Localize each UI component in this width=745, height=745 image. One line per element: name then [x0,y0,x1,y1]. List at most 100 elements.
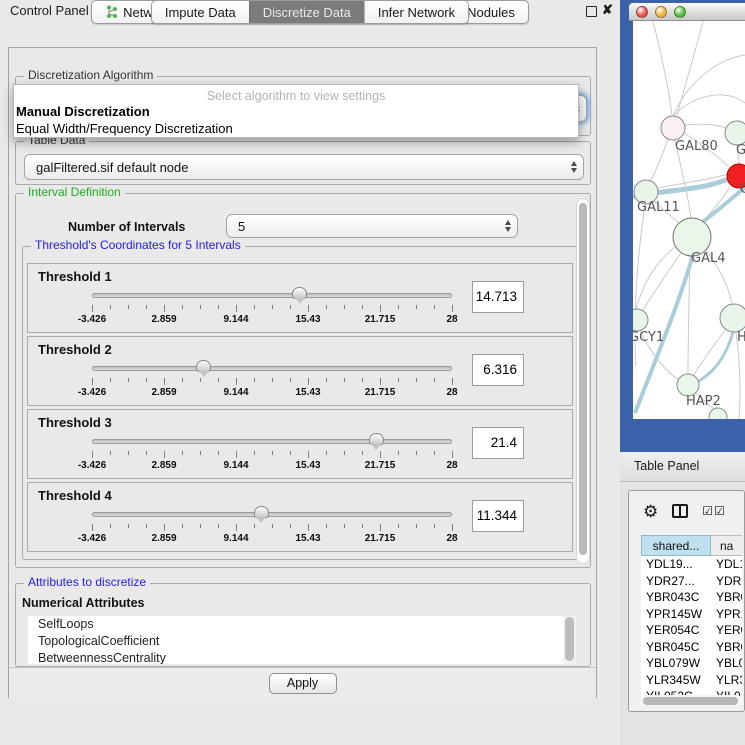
threshold-value-field[interactable]: 6.316 [472,354,524,386]
attributes-scrollbar[interactable] [563,616,576,664]
table-row[interactable]: YDL19...YDL1 [641,556,742,573]
tab-discretize-data[interactable]: Discretize Data [249,1,364,23]
slider-tick [200,378,201,382]
table-data-combobox[interactable]: galFiltered.sif default node [24,154,584,180]
bottom-tab-bar: Impute DataDiscretize DataInfer Network [0,0,620,24]
network-node[interactable] [709,408,727,419]
slider-tick [380,378,381,385]
slider-thumb[interactable] [292,287,307,299]
slider-tick [218,305,219,309]
slider-track[interactable] [92,293,452,298]
tick-label: 15.43 [295,460,320,471]
slider-tick [164,524,165,531]
network-edge[interactable] [677,21,703,116]
network-edge[interactable] [673,95,745,116]
number-of-intervals-label: Number of Intervals [68,220,185,234]
network-edge[interactable] [650,138,668,182]
attribute-item[interactable]: BetweennessCentrality [28,650,576,664]
tick-label: -3.426 [78,387,106,398]
table-row[interactable]: YBR045CYBR0 [641,639,742,656]
tick-label: 9.144 [223,314,248,325]
slider-track[interactable] [92,366,452,371]
slider-tick [434,305,435,309]
threshold-value-field[interactable]: 21.4 [472,427,524,459]
split-view-icon[interactable] [672,504,688,518]
network-node[interactable] [661,116,685,140]
slider-thumb[interactable] [254,506,269,518]
tab-infer-network[interactable]: Infer Network [364,1,468,23]
slider-thumb[interactable] [196,360,211,372]
attribute-item[interactable]: TopologicalCoefficient [28,633,576,650]
algorithm-option[interactable]: Manual Discretization [14,103,578,120]
threshold-label: Threshold 2 [38,342,112,357]
interval-vertical-scrollbar[interactable] [576,198,590,564]
table-row[interactable]: YBR043CYBR0 [641,589,742,606]
scrollbar-thumb[interactable] [579,203,587,555]
minimize-light[interactable] [655,6,667,18]
table-row[interactable]: YLR345WYLR3 [641,672,742,689]
table-cell: YLR345W [641,672,711,689]
network-window-titlebar[interactable] [629,3,745,21]
slider-tick [398,524,399,528]
table-row[interactable]: YBL079WYBL0 [641,655,742,672]
scrollbar-thumb[interactable] [565,617,574,661]
column-header[interactable]: na [711,535,742,556]
slider-tick [236,305,237,312]
network-edge[interactable] [694,329,726,375]
network-edge[interactable] [685,124,726,128]
slider-tick [326,305,327,309]
slider-tick [290,524,291,528]
table-horizontal-scrollbar[interactable] [641,695,742,706]
gear-icon[interactable]: ⚙ [643,503,658,520]
slider-tick [290,305,291,309]
threshold-box: Threshold 2-3.4262.8599.14415.4321.71528… [27,336,573,406]
number-of-intervals-spinner[interactable]: 5 [226,214,518,238]
algorithm-option[interactable]: Equal Width/Frequency Discretization [14,120,578,137]
slider-tick [326,524,327,528]
table-row[interactable]: YER054CYER0 [641,622,742,639]
column-header[interactable]: shared... [641,535,711,556]
network-edge[interactable] [736,332,740,419]
slider-tick [290,451,291,455]
algorithm-dropdown-popup: Select algorithm to view settings Manual… [13,84,579,138]
table-cell: YBL0 [711,655,742,672]
tab-impute-data[interactable]: Impute Data [152,1,249,23]
network-graph[interactable]: GAL80GALCGAL11GAL4GCY1HHAP2 [633,21,745,419]
network-view-canvas[interactable]: GAL80GALCGAL11GAL4GCY1HHAP2 [633,21,745,419]
network-node[interactable] [725,121,745,145]
table-row[interactable]: YPR145WYPR1 [641,606,742,623]
scrollbar-thumb[interactable] [643,697,738,705]
slider-tick [110,378,111,382]
checkbox-pair-icon: ☑☑ [702,505,726,517]
attributes-group: Attributes to discretize Numerical Attri… [15,583,591,667]
network-node[interactable] [633,309,648,331]
table-row[interactable]: YDR27...YDR2 [641,573,742,590]
network-edge[interactable] [653,21,672,115]
slider-track[interactable] [92,512,452,517]
network-edge[interactable] [693,332,733,384]
interval-definition-group: Interval Definition Number of Intervals … [15,193,591,568]
slider-thumb[interactable] [369,433,384,445]
attribute-item[interactable]: SelfLoops [28,616,576,633]
network-edge[interactable] [636,247,675,309]
checkbox-pair-icon[interactable]: ☑☑ [702,505,726,517]
threshold-value-field[interactable]: 11.344 [472,500,524,532]
slider-tick [272,305,273,309]
network-node[interactable] [677,374,699,396]
threshold-value-field[interactable]: 14.713 [472,281,524,313]
combo-stepper-icon [565,161,583,173]
close-light[interactable] [636,6,648,18]
slider-tick [452,305,453,312]
numerical-attributes-list: SelfLoopsTopologicalCoefficientBetweenne… [28,616,576,664]
zoom-light[interactable] [674,6,686,18]
thresholds-title: Threshold's Coordinates for 5 Intervals [31,238,245,252]
apply-button[interactable]: Apply [269,673,337,694]
slider-tick [380,524,381,531]
slider-tick [128,524,129,528]
table-data-value: galFiltered.sif default node [25,160,565,175]
slider-tick [326,378,327,382]
tick-label: 28 [446,460,457,471]
slider-track[interactable] [92,439,452,444]
network-node[interactable] [720,304,745,332]
network-edge[interactable] [699,187,745,225]
